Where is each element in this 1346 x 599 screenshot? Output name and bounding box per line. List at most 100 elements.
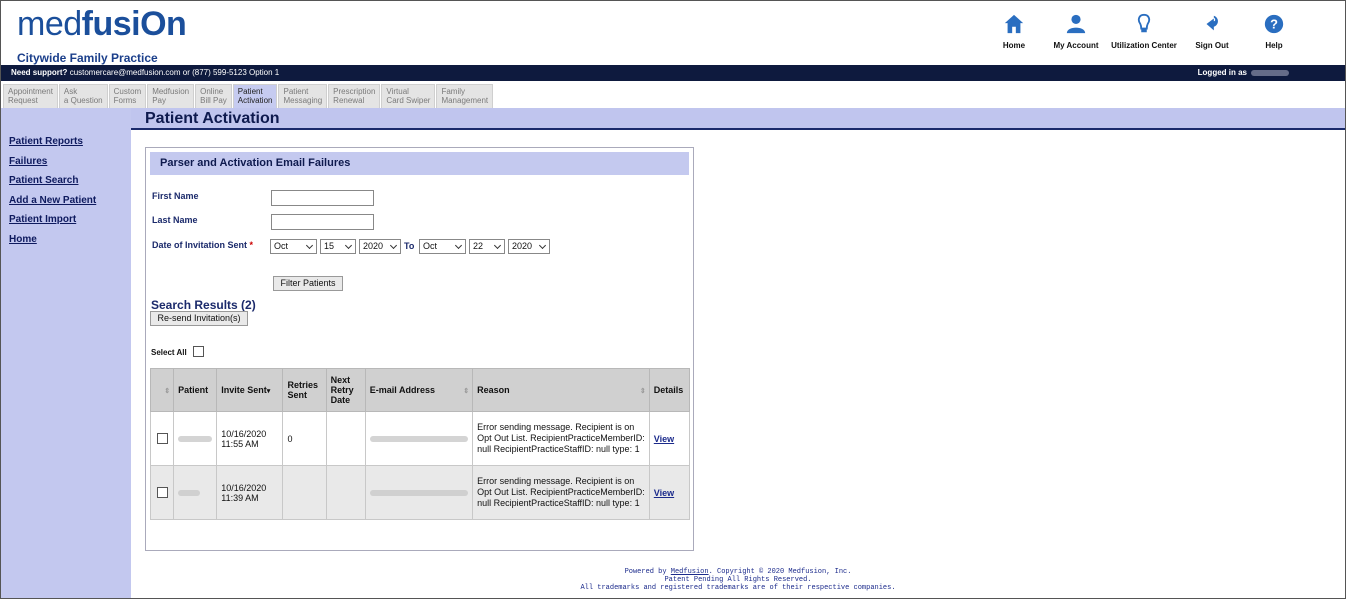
page-title-band: Patient Activation [131, 108, 1345, 130]
from-month-select[interactable]: Oct [270, 239, 317, 254]
row-checkbox[interactable] [157, 487, 168, 498]
from-day-select[interactable]: 15 [320, 239, 356, 254]
sidebar-item-failures[interactable]: Failures [9, 156, 47, 167]
help-icon: ? [1264, 14, 1284, 34]
nav-help[interactable]: ? Help [1243, 13, 1305, 50]
header-email-address[interactable]: E-mail Address ⇕ [364, 368, 474, 412]
sidebar-item-patient-reports[interactable]: Patient Reports [9, 136, 83, 147]
search-results-title: Search Results (2) [151, 298, 256, 312]
logo-text-light: med [17, 5, 82, 43]
nav-utilization-label: Utilization Center [1111, 41, 1177, 50]
view-link[interactable]: View [654, 434, 674, 444]
tab-patient-activation[interactable]: Patient Activation [232, 84, 278, 108]
next-retry-cell [325, 465, 366, 520]
resend-invitations-button[interactable]: Re-send Invitation(s) [150, 311, 248, 326]
reason-cell: Error sending message. Recipient is on O… [472, 465, 650, 520]
header-details[interactable]: Details [648, 368, 691, 412]
nav-home[interactable]: Home [983, 13, 1045, 50]
signout-icon [1206, 15, 1218, 31]
row-select-cell [149, 465, 175, 520]
header-reason[interactable]: Reason ⇕ [472, 368, 650, 412]
email-cell [364, 465, 474, 520]
tab-virtual-card-swiper[interactable]: Virtual Card Swiper [381, 84, 436, 108]
nav-utilization-center[interactable]: Utilization Center [1107, 13, 1181, 50]
panel-header: Parser and Activation Email Failures [150, 152, 689, 175]
view-link[interactable]: View [654, 488, 674, 498]
retries-cell: 0 [282, 411, 327, 466]
details-cell: View [648, 465, 691, 520]
nav-my-account[interactable]: My Account [1045, 13, 1107, 50]
logo-text-bold: fusiOn [81, 5, 187, 43]
select-all-checkbox[interactable] [193, 346, 204, 357]
retries-cell [282, 465, 327, 520]
sidebar-item-patient-import[interactable]: Patient Import [9, 214, 76, 225]
tab-prescription-renewal[interactable]: Prescription Renewal [328, 84, 381, 108]
medfusion-logo[interactable]: medfusiOn [17, 5, 187, 44]
header-patient[interactable]: Patient [173, 368, 218, 412]
tab-appointment-request[interactable]: Appointment Request [3, 84, 58, 108]
last-name-input[interactable] [271, 214, 374, 230]
row-checkbox[interactable] [157, 433, 168, 444]
blurred-patient-name [178, 435, 213, 442]
sidebar-item-patient-search[interactable]: Patient Search [9, 175, 78, 186]
header-next-retry-date[interactable]: Next Retry Date [325, 368, 366, 412]
header-invite-sent[interactable]: Invite Sent▾ [216, 368, 284, 412]
results-table: ⇕ Patient Invite Sent▾ Retries Sent Next… [149, 368, 691, 520]
support-bar: Need support? customercare@medfusion.com… [1, 65, 1345, 81]
sidebar-item-home[interactable]: Home [9, 234, 37, 245]
top-nav: Home My Account Utilization Center Sign … [983, 13, 1305, 50]
from-year-select[interactable]: 2020 [359, 239, 401, 254]
nav-my-account-label: My Account [1053, 41, 1099, 50]
to-month-select[interactable]: Oct [419, 239, 466, 254]
next-retry-cell [325, 411, 366, 466]
to-year-select[interactable]: 2020 [508, 239, 550, 254]
nav-home-label: Home [1002, 41, 1026, 50]
select-all-label: Select All [151, 348, 187, 357]
blurred-email [369, 489, 468, 496]
tab-medfusion-pay[interactable]: Medfusion Pay [147, 84, 195, 108]
nav-sign-out[interactable]: Sign Out [1181, 13, 1243, 50]
panel-title: Parser and Activation Email Failures [160, 157, 351, 169]
practice-name: Citywide Family Practice [17, 51, 158, 65]
tab-patient-messaging[interactable]: Patient Messaging [278, 84, 328, 108]
nav-help-label: Help [1265, 41, 1283, 50]
support-label: Need support? [11, 68, 68, 77]
tab-custom-forms[interactable]: Custom Forms [108, 84, 147, 108]
filter-patients-button[interactable]: Filter Patients [273, 276, 343, 291]
bulb-icon [1137, 13, 1151, 33]
medfusion-link[interactable]: Medfusion [671, 568, 709, 576]
svg-text:?: ? [1270, 17, 1278, 32]
header: medfusiOn Citywide Family Practice Home … [1, 1, 1345, 65]
reason-cell: Error sending message. Recipient is on O… [472, 411, 650, 466]
row-select-cell [149, 411, 175, 466]
home-icon [1004, 14, 1024, 34]
table-row: 10/16/2020 11:55 AM 0 Error sending messa… [149, 411, 691, 466]
patient-cell [173, 465, 218, 520]
sort-desc-icon: ▾ [266, 388, 271, 395]
sidebar: Patient Reports Failures Patient Search … [1, 108, 131, 598]
sidebar-item-add-new-patient[interactable]: Add a New Patient [9, 195, 96, 206]
tab-ask-a-question[interactable]: Ask a Question [58, 84, 108, 108]
table-row: 10/16/2020 11:39 AM Error sending message… [149, 465, 691, 520]
last-name-label: Last Name [152, 215, 198, 225]
failures-panel: Parser and Activation Email Failures Fir… [145, 147, 694, 551]
tab-family-management[interactable]: Family Management [436, 84, 494, 108]
required-mark: * [249, 240, 254, 250]
invite-sent-cell: 10/16/2020 11:39 AM [216, 465, 284, 520]
support-contact: customercare@medfusion.com or (877) 599-… [69, 68, 280, 77]
module-tabs: Appointment Request Ask a Question Custom F… [3, 84, 494, 108]
header-retries-sent[interactable]: Retries Sent [282, 368, 327, 412]
logged-in-label: Logged in as [1197, 68, 1247, 77]
tab-online-bill-pay[interactable]: Online Bill Pay [195, 84, 232, 108]
date-invitation-label: Date of Invitation Sent * [152, 240, 254, 250]
details-cell: View [648, 411, 691, 466]
invite-sent-cell: 10/16/2020 11:55 AM [216, 411, 284, 466]
blurred-username [1251, 69, 1289, 76]
blurred-patient-name [178, 489, 201, 496]
user-icon [1066, 14, 1086, 34]
header-select[interactable]: ⇕ [149, 368, 175, 412]
to-day-select[interactable]: 22 [469, 239, 505, 254]
to-label: To [404, 241, 415, 251]
first-name-input[interactable] [271, 190, 374, 206]
first-name-label: First Name [152, 191, 199, 201]
